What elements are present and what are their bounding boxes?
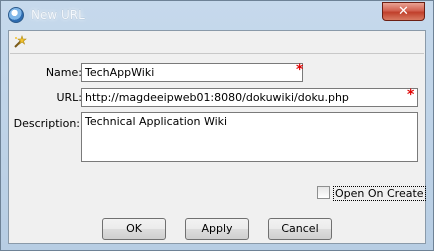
wizard-icon[interactable] <box>13 35 27 49</box>
name-label: Name: <box>45 66 82 79</box>
window-title: New URL <box>31 8 85 22</box>
name-required-marker: * <box>296 62 304 78</box>
url-field[interactable]: http://magdeeipweb01:8080/dokuwiki/doku.… <box>81 88 418 107</box>
description-field[interactable]: Technical Application Wiki <box>81 112 418 162</box>
cancel-button[interactable]: Cancel <box>268 218 332 240</box>
app-icon <box>8 7 24 23</box>
open-on-create-label[interactable]: Open On Create <box>333 186 426 201</box>
close-icon: ✕ <box>398 4 409 19</box>
description-label: Description: <box>13 117 80 130</box>
apply-button[interactable]: Apply <box>185 218 249 240</box>
url-required-marker: * <box>407 87 415 103</box>
name-field[interactable]: TechAppWiki <box>81 63 303 82</box>
form-area: Name: TechAppWiki * URL: http://magdeeip… <box>10 53 424 234</box>
close-button[interactable]: ✕ <box>382 2 425 21</box>
button-bar: OK Apply Cancel <box>102 211 332 246</box>
open-on-create-checkbox[interactable] <box>317 186 330 199</box>
url-label: URL: <box>56 91 82 104</box>
dialog-window: New URL ✕ Name: TechAppWiki * URL: http:… <box>0 0 434 251</box>
title-bar[interactable]: New URL ✕ <box>1 1 433 28</box>
ok-button[interactable]: OK <box>102 218 166 240</box>
